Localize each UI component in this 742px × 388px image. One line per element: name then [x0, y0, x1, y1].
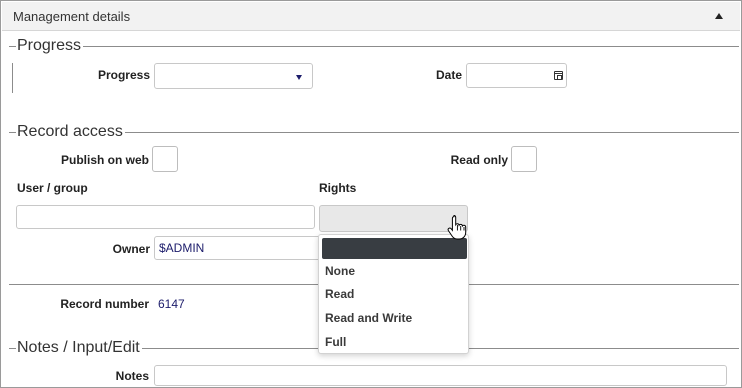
rights-label: Rights: [319, 181, 357, 195]
dropdown-option-read[interactable]: Read: [325, 287, 354, 301]
owner-input[interactable]: $ADMIN: [154, 236, 326, 260]
dropdown-option-none[interactable]: None: [325, 264, 355, 278]
progress-label: Progress: [97, 68, 150, 82]
date-label: Date: [435, 68, 462, 82]
record-number-value: 6147: [158, 297, 185, 311]
panel-title: Management details: [13, 9, 131, 24]
management-details-panel: Management details Progress Progress Dat…: [0, 0, 742, 388]
dropdown-option-blank[interactable]: [322, 238, 467, 259]
notes-label: Notes: [115, 369, 149, 383]
section-left-rule: [12, 63, 13, 93]
publish-on-web-checkbox[interactable]: [152, 146, 178, 172]
dropdown-option-full[interactable]: Full: [325, 335, 346, 349]
hand-pointer-icon: [447, 214, 467, 240]
triangle-up-icon[interactable]: [715, 13, 723, 19]
owner-label: Owner: [112, 242, 150, 256]
publish-on-web-label: Publish on web: [60, 153, 149, 167]
section-divider: [79, 46, 739, 47]
panel-header[interactable]: Management details: [2, 2, 740, 31]
progress-select[interactable]: [154, 63, 313, 89]
section-tick: [9, 46, 16, 47]
section-divider: [119, 132, 739, 133]
read-only-label: Read only: [450, 153, 508, 167]
record-number-label: Record number: [60, 297, 149, 311]
notes-input[interactable]: [154, 365, 727, 386]
read-only-checkbox[interactable]: [511, 146, 537, 172]
calendar-icon[interactable]: [554, 71, 563, 80]
user-group-label: User / group: [17, 181, 88, 195]
section-title-record-access: Record access: [17, 123, 125, 141]
user-group-input[interactable]: [16, 205, 315, 229]
date-field[interactable]: [466, 63, 567, 88]
section-tick: [9, 348, 16, 349]
section-title-progress: Progress: [17, 37, 84, 55]
section-title-notes: Notes / Input/Edit: [17, 339, 142, 357]
dropdown-option-read-and-write[interactable]: Read and Write: [325, 311, 412, 325]
section-tick: [9, 132, 16, 133]
rights-select[interactable]: [319, 205, 468, 232]
chevron-down-icon: [296, 75, 302, 80]
owner-input-value: $ADMIN: [159, 241, 205, 255]
rights-dropdown-menu: None Read Read and Write Full: [318, 234, 469, 354]
